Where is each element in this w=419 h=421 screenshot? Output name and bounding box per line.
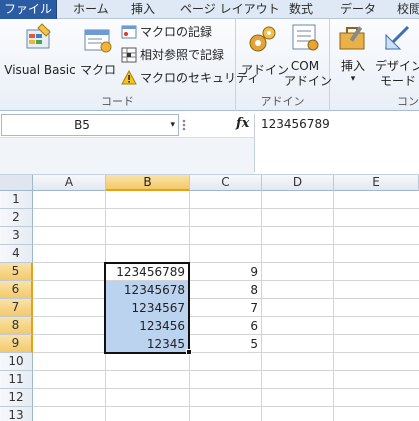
record-macro-button[interactable]: マクロの記録 (121, 22, 212, 42)
ribbon: Visual Basic マクロ マクロの記録 相対参照で記録 マクロのセキュリ… (0, 19, 419, 111)
cell-c9[interactable]: 5 (190, 335, 262, 353)
addin-button[interactable]: アドイン (241, 23, 290, 78)
row-header-13[interactable]: 13 (0, 407, 33, 421)
cell-b9[interactable]: 12345 (106, 335, 190, 353)
visual-basic-label: Visual Basic (4, 63, 76, 77)
chevron-down-icon[interactable]: ▾ (170, 115, 175, 135)
macro-icon (84, 29, 112, 53)
column-header-a[interactable]: A (33, 175, 106, 191)
code-group-label: コード (101, 95, 134, 108)
warning-icon (121, 70, 137, 85)
controls-group: 挿入 ▾ デザイン モード コン (330, 19, 419, 111)
insert-function-button[interactable]: fx (236, 116, 249, 131)
controls-group-label: コン (397, 95, 419, 108)
com-addin-label-line1: COM (290, 59, 320, 73)
design-mode-button[interactable]: デザイン モード (375, 23, 419, 89)
row-header-6[interactable]: 6 (0, 281, 33, 299)
formula-bar-expanded-area (0, 137, 254, 174)
formula-bar: B5 ▾ fx 123456789 (0, 111, 419, 175)
divider (254, 114, 255, 172)
addin-group: アドイン COM アドイン アドイン (236, 19, 333, 111)
row-header-9[interactable]: 9 (0, 335, 33, 353)
row-header-7[interactable]: 7 (0, 299, 33, 317)
tab-review[interactable]: 校閲 (397, 0, 419, 19)
gridline-horizontal (33, 370, 419, 371)
insert-control-label: 挿入 (340, 59, 365, 73)
row-header-12[interactable]: 12 (0, 389, 33, 407)
insert-control-button[interactable]: 挿入 ▾ (334, 23, 372, 84)
formula-controls: fx (180, 114, 254, 136)
relative-reference-button[interactable]: 相対参照で記録 (121, 45, 224, 65)
design-mode-label-line1: デザイン (375, 59, 419, 73)
gridline-horizontal (33, 208, 419, 209)
cell-c8[interactable]: 6 (190, 317, 262, 335)
column-header-e[interactable]: E (334, 175, 419, 191)
row-header-8[interactable]: 8 (0, 317, 33, 335)
tab-insert[interactable]: 挿入 (131, 0, 155, 19)
cell-c6[interactable]: 8 (190, 281, 262, 299)
code-group: Visual Basic マクロ マクロの記録 相対参照で記録 マクロのセキュリ… (0, 19, 259, 111)
relative-reference-label: 相対参照で記録 (140, 48, 225, 62)
design-mode-label-line2: モード (379, 74, 416, 88)
formula-input[interactable]: 123456789 (261, 114, 330, 136)
addin-group-label: アドイン (260, 95, 305, 108)
cell-b8[interactable]: 123456 (106, 317, 190, 335)
com-addin-button[interactable]: COM アドイン (284, 23, 333, 89)
worksheet-grid[interactable]: ABCDE 1 2 3 4 5 6 7 8 9 10 11 12 13 123456789 1234567… (0, 175, 419, 421)
addin-label: アドイン (241, 63, 290, 77)
row-header-11[interactable]: 11 (0, 371, 33, 389)
row-header-1[interactable]: 1 (0, 191, 33, 209)
row-header-2[interactable]: 2 (0, 209, 33, 227)
column-header-c[interactable]: C (190, 175, 262, 191)
select-all-corner[interactable] (0, 175, 33, 191)
macro-label: マクロ (79, 63, 116, 77)
tab-home[interactable]: ホーム (73, 0, 109, 19)
visual-basic-button[interactable]: Visual Basic (4, 23, 76, 78)
gridline-horizontal (33, 226, 419, 227)
tab-page-layout[interactable]: ページ レイアウト (180, 0, 280, 19)
design-mode-icon (384, 25, 410, 51)
cell-b5[interactable]: 123456789 (106, 263, 190, 281)
name-box[interactable]: B5 ▾ (1, 114, 179, 136)
row-header-4[interactable]: 4 (0, 245, 33, 263)
tab-data[interactable]: データ (340, 0, 376, 19)
com-addin-label-line2: アドイン (284, 74, 333, 88)
fill-handle[interactable] (186, 349, 192, 355)
column-header-b[interactable]: B (106, 175, 190, 191)
gridline-horizontal (33, 406, 419, 407)
cell-c5[interactable]: 9 (190, 263, 262, 281)
name-box-value: B5 (74, 118, 90, 132)
tab-file[interactable]: ファイル (0, 0, 57, 19)
relative-reference-icon (121, 47, 137, 63)
row-header-10[interactable]: 10 (0, 353, 33, 371)
macro-button[interactable]: マクロ (79, 23, 117, 78)
record-macro-label: マクロの記録 (140, 25, 213, 39)
com-addin-icon (292, 24, 319, 51)
column-header-d[interactable]: D (262, 175, 334, 191)
row-header-5[interactable]: 5 (0, 263, 33, 281)
gridline-horizontal (33, 388, 419, 389)
gear-icon (249, 26, 276, 52)
cell-c7[interactable]: 7 (190, 299, 262, 317)
chevron-down-icon: ▾ (350, 74, 356, 84)
cell-b6[interactable]: 12345678 (106, 281, 190, 299)
gridline-horizontal (33, 244, 419, 245)
record-macro-icon (121, 25, 137, 39)
ribbon-tabs: ファイル ホーム 挿入 ページ レイアウト 数式 データ 校閲 (0, 0, 419, 19)
tab-formulas[interactable]: 数式 (289, 0, 313, 19)
splitter-handle-icon[interactable] (180, 118, 188, 132)
visual-basic-icon (26, 23, 51, 49)
row-header-3[interactable]: 3 (0, 227, 33, 245)
cell-b7[interactable]: 1234567 (106, 299, 190, 317)
toolbox-icon (339, 26, 365, 50)
